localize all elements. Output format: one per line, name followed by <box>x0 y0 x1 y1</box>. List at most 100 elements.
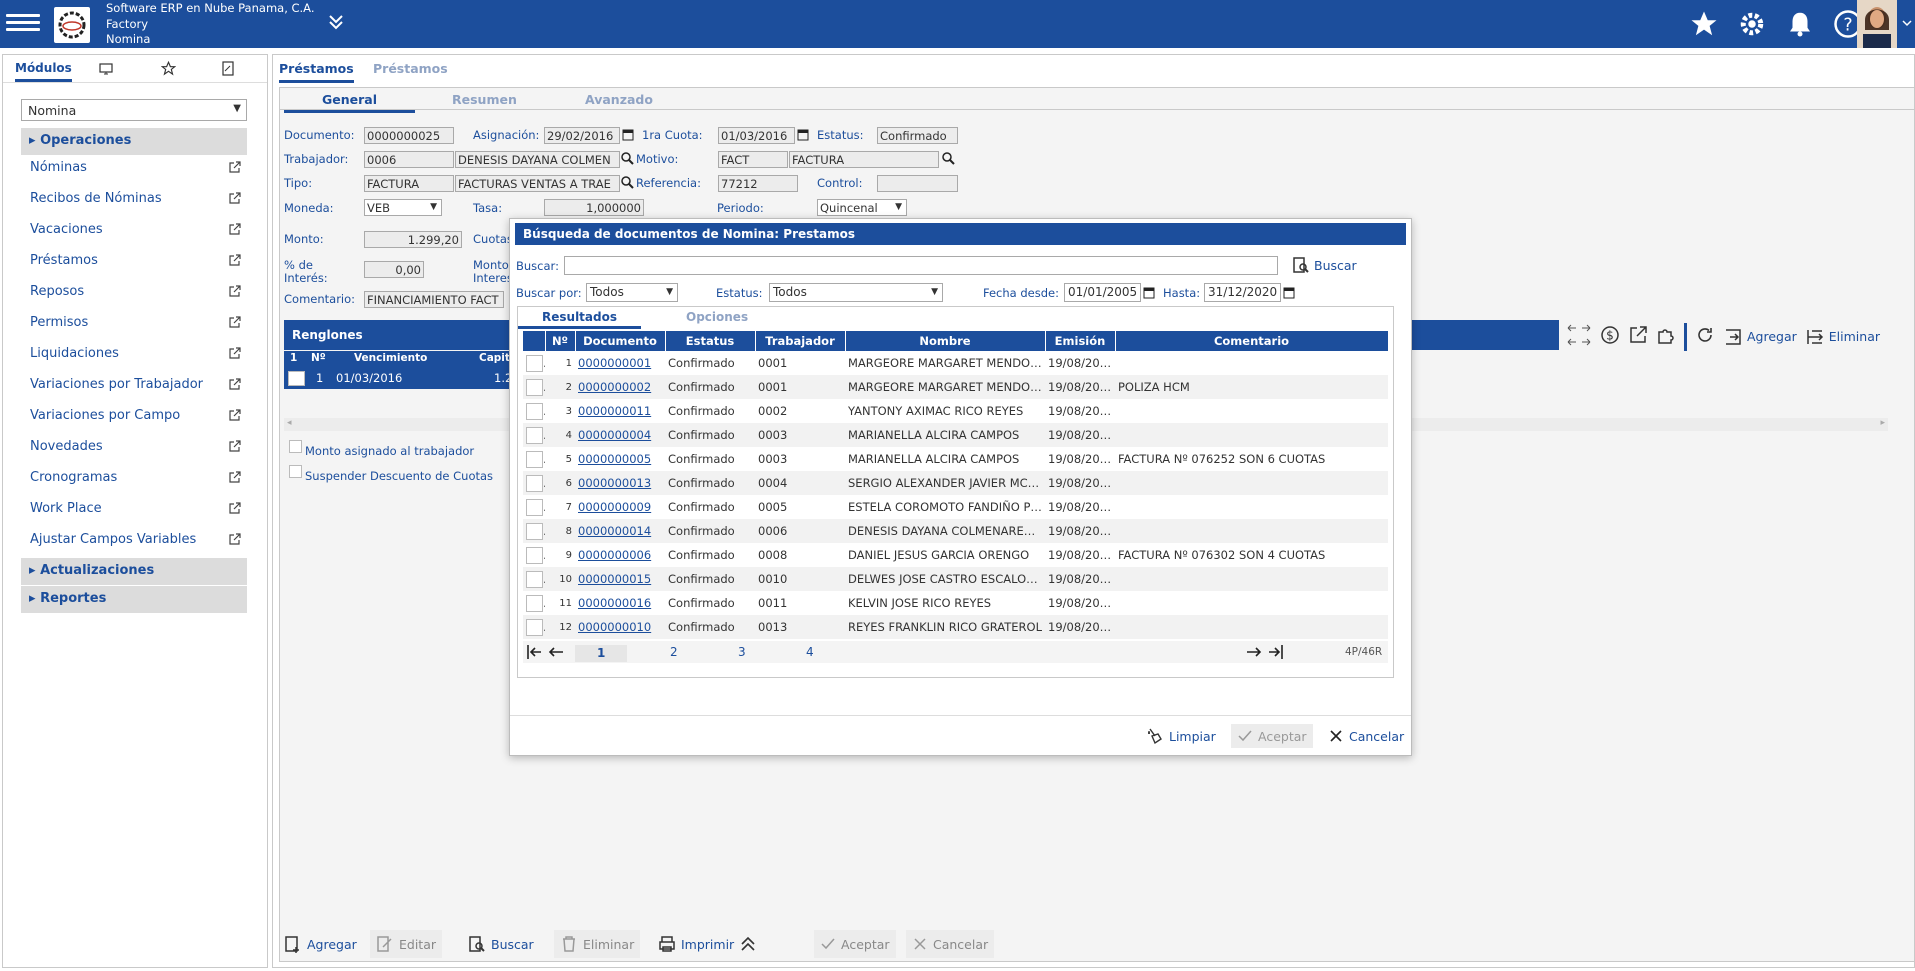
row-select-cell[interactable] <box>523 543 545 567</box>
eliminar-row-button[interactable]: Eliminar <box>1805 327 1880 347</box>
table-row[interactable]: 8 0000000014 Confirmado 0006 DENESIS DAYANA … <box>523 519 1388 543</box>
cell-documento[interactable]: 0000000002 <box>575 375 665 399</box>
sidebar-item[interactable]: Cronogramas <box>21 464 247 495</box>
sidebar-item[interactable]: Vacaciones <box>21 216 247 247</box>
sidebar-item[interactable]: Variaciones por Campo <box>21 402 247 433</box>
suspender-checkbox[interactable] <box>289 465 302 478</box>
last-page-icon[interactable] <box>1267 643 1285 664</box>
monto-asignado-checkbox[interactable] <box>289 440 302 453</box>
tipo-code-field[interactable]: FACTURA <box>364 175 454 192</box>
external-link-icon[interactable] <box>228 409 241 426</box>
subtab-avanzado[interactable]: Avanzado <box>585 92 653 107</box>
cell-documento[interactable]: 0000000010 <box>575 615 665 639</box>
tab-resultados[interactable]: Resultados <box>518 310 641 329</box>
notes-icon[interactable] <box>221 61 235 79</box>
menu-icon[interactable] <box>6 10 40 38</box>
external-link-icon[interactable] <box>1628 325 1648 348</box>
bell-icon[interactable] <box>1785 9 1815 42</box>
dollar-icon[interactable]: $ <box>1600 325 1620 348</box>
external-link-icon[interactable] <box>228 533 241 550</box>
row-select-cell[interactable] <box>523 495 545 519</box>
sidebar-item[interactable]: Novedades <box>21 433 247 464</box>
cell-documento[interactable]: 0000000001 <box>575 351 665 375</box>
row-checkbox[interactable] <box>526 522 543 540</box>
group-actualizaciones[interactable]: ▸ Actualizaciones <box>21 558 247 585</box>
subtab-general[interactable]: General <box>284 92 415 113</box>
desktop-icon[interactable] <box>99 62 113 79</box>
sidebar-item[interactable]: Nóminas <box>21 154 247 185</box>
external-link-icon[interactable] <box>228 440 241 457</box>
row-select-cell[interactable] <box>523 519 545 543</box>
row-checkbox[interactable] <box>526 402 543 420</box>
subtab-resumen[interactable]: Resumen <box>452 92 517 107</box>
cell-documento[interactable]: 0000000014 <box>575 519 665 543</box>
col-estatus[interactable]: Estatus <box>665 331 756 351</box>
favorites-star-icon[interactable] <box>160 60 177 79</box>
row-checkbox[interactable] <box>526 354 543 372</box>
row-checkbox[interactable] <box>526 546 543 564</box>
external-link-icon[interactable] <box>228 502 241 519</box>
external-link-icon[interactable] <box>228 254 241 271</box>
refresh-icon[interactable] <box>1695 325 1715 348</box>
table-row[interactable]: 6 0000000013 Confirmado 0004 SERGIO ALEXANDE… <box>523 471 1388 495</box>
periodo-select[interactable]: Quincenal ▼ <box>817 199 907 216</box>
buscar-button[interactable]: Buscar <box>462 930 540 958</box>
interes-field[interactable]: 0,00 <box>364 261 424 278</box>
table-row[interactable]: 2 0000000002 Confirmado 0001 MARGEORE MARGAR… <box>523 375 1388 399</box>
row-select-cell[interactable] <box>523 375 545 399</box>
table-row[interactable]: 11 0000000016 Confirmado 0011 KELVIN JOSE RI… <box>523 591 1388 615</box>
agregar-row-button[interactable]: Agregar <box>1723 327 1797 347</box>
row-checkbox[interactable] <box>526 618 543 636</box>
external-link-icon[interactable] <box>228 316 241 333</box>
imprimir-button[interactable]: Imprimir <box>652 930 763 958</box>
page-4[interactable]: 4 <box>806 645 814 659</box>
module-select[interactable]: Nomina ▼ <box>21 99 247 121</box>
user-avatar[interactable] <box>1857 0 1897 48</box>
renglon-row[interactable]: 1 01/03/2016 1.2 <box>284 367 517 389</box>
row-select-cell[interactable] <box>523 351 545 375</box>
row-checkbox[interactable] <box>526 378 543 396</box>
search-icon[interactable] <box>621 152 634 168</box>
row-select-cell[interactable] <box>523 423 545 447</box>
sidebar-item[interactable]: Work Place <box>21 495 247 526</box>
puzzle-icon[interactable] <box>1656 325 1676 348</box>
fecha-desde-input[interactable]: 01/01/2005 <box>1064 283 1141 302</box>
tab-prestamos-2[interactable]: Préstamos <box>373 61 448 76</box>
table-row[interactable]: 4 0000000004 Confirmado 0003 MARIANELLA ALCI… <box>523 423 1388 447</box>
dialog-aceptar-button[interactable]: Aceptar <box>1231 724 1313 748</box>
hasta-input[interactable]: 31/12/2020 <box>1204 283 1281 302</box>
sidebar-item[interactable]: Liquidaciones <box>21 340 247 371</box>
group-operaciones[interactable]: ▸ Operaciones <box>21 128 247 155</box>
row-select-cell[interactable] <box>523 567 545 591</box>
cell-documento[interactable]: 0000000005 <box>575 447 665 471</box>
sidebar-item[interactable]: Permisos <box>21 309 247 340</box>
calendar-icon[interactable] <box>1143 286 1155 302</box>
page-2[interactable]: 2 <box>670 645 678 659</box>
row-select-cell[interactable] <box>523 615 545 639</box>
calendar-icon[interactable] <box>1283 286 1295 302</box>
tab-prestamos[interactable]: Préstamos <box>279 61 354 83</box>
row-select-cell[interactable] <box>523 591 545 615</box>
cell-documento[interactable]: 0000000011 <box>575 399 665 423</box>
agregar-button[interactable]: Agregar <box>278 930 363 958</box>
cell-documento[interactable]: 0000000004 <box>575 423 665 447</box>
col-documento[interactable]: Documento <box>575 331 666 351</box>
buscar-input[interactable] <box>564 256 1278 275</box>
row-checkbox[interactable] <box>526 450 543 468</box>
external-link-icon[interactable] <box>228 347 241 364</box>
search-icon[interactable] <box>621 176 634 192</box>
prev-page-icon[interactable] <box>547 643 565 664</box>
renglon-checkbox[interactable] <box>288 371 305 386</box>
buscar-por-select[interactable]: Todos ▼ <box>586 283 678 302</box>
estatus-filter-select[interactable]: Todos ▼ <box>769 283 943 302</box>
documento-field[interactable]: 0000000025 <box>364 127 454 144</box>
row-checkbox[interactable] <box>526 426 543 444</box>
monto-field[interactable]: 1.299,20 <box>364 231 462 248</box>
eliminar-button[interactable]: Eliminar <box>554 930 641 958</box>
page-3[interactable]: 3 <box>738 645 746 659</box>
col-comentario[interactable]: Comentario <box>1115 331 1389 351</box>
sidebar-item[interactable]: Préstamos <box>21 247 247 278</box>
table-row[interactable]: 5 0000000005 Confirmado 0003 MARIANELLA ALCI… <box>523 447 1388 471</box>
tab-modules[interactable]: Módulos <box>15 61 72 82</box>
row-checkbox[interactable] <box>526 498 543 516</box>
